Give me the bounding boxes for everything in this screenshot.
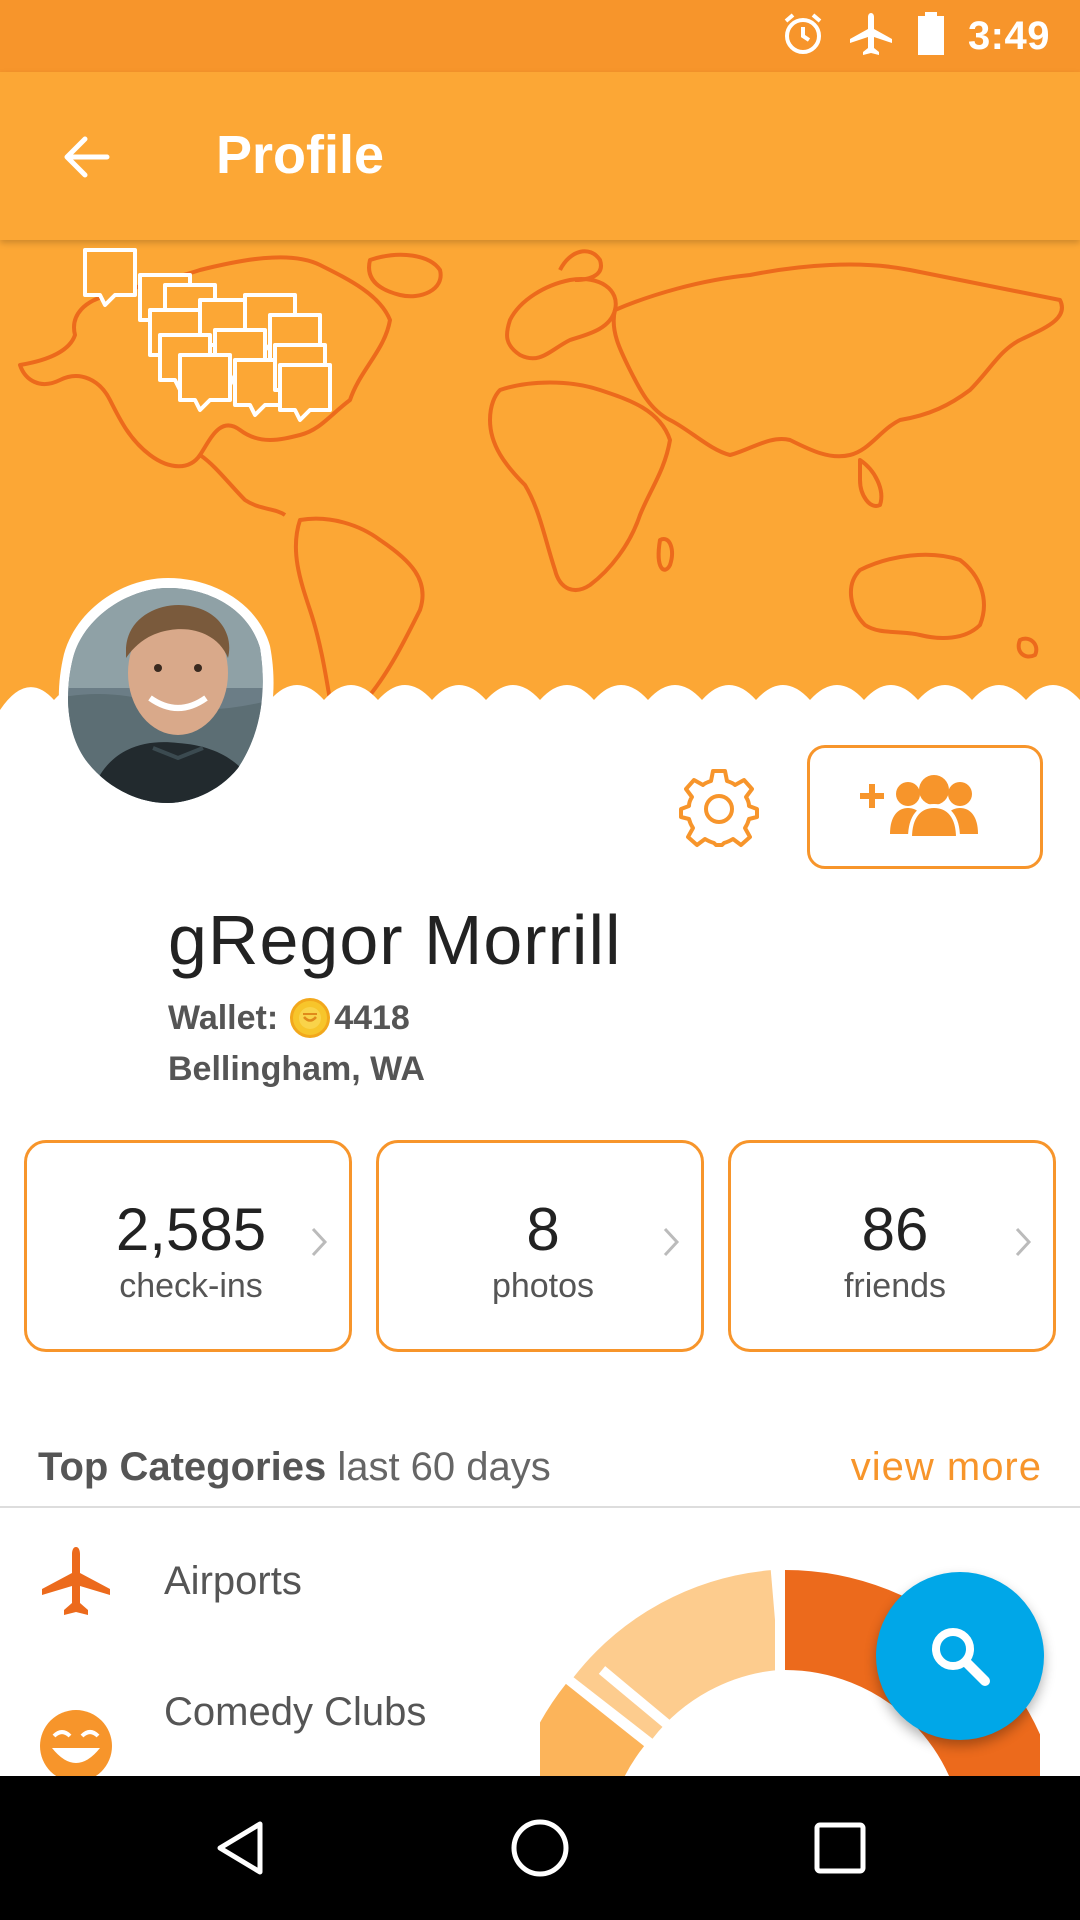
add-friends-icon xyxy=(860,775,978,840)
laughing-face-icon xyxy=(40,1710,112,1782)
view-more-link[interactable]: view more xyxy=(851,1445,1042,1490)
category-label: Comedy Clubs xyxy=(164,1690,427,1734)
search-icon xyxy=(932,1628,990,1686)
stat-card-friends[interactable]: 86 friends xyxy=(728,1140,1056,1352)
nav-home-icon xyxy=(511,1819,569,1877)
wallet: Wallet: 4418 xyxy=(168,998,410,1038)
alarm-icon xyxy=(780,11,826,62)
airplane-mode-icon xyxy=(848,11,894,62)
chevron-right-icon xyxy=(663,1227,680,1257)
wallet-value: 4418 xyxy=(334,998,410,1037)
divider xyxy=(0,1506,1080,1508)
app-bar: Profile xyxy=(0,72,1080,240)
status-icons: 3:49 xyxy=(780,0,1050,72)
nav-back-icon xyxy=(217,1821,263,1875)
status-time: 3:49 xyxy=(967,13,1050,58)
settings-button[interactable] xyxy=(676,766,762,852)
nav-home-button[interactable] xyxy=(490,1798,590,1898)
stat-value: 2,585 xyxy=(115,1196,267,1263)
stat-label: friends xyxy=(843,1267,947,1305)
chevron-right-icon xyxy=(311,1227,328,1257)
arrow-left-icon xyxy=(64,136,110,178)
nav-recents-icon xyxy=(814,1822,866,1874)
stat-value: 86 xyxy=(861,1196,929,1263)
battery-icon xyxy=(916,11,946,62)
location: Bellingham, WA xyxy=(168,1050,425,1088)
gear-icon xyxy=(679,769,759,847)
airplane-icon xyxy=(42,1547,110,1615)
stat-label: photos xyxy=(491,1267,595,1305)
system-nav-bar xyxy=(0,1776,1080,1920)
chevron-right-icon xyxy=(1015,1227,1032,1257)
stat-value: 8 xyxy=(526,1196,560,1263)
avatar[interactable] xyxy=(58,578,278,810)
stat-card-photos[interactable]: 8 photos xyxy=(376,1140,704,1352)
add-friend-button[interactable] xyxy=(807,745,1043,869)
status-bar: 3:49 xyxy=(0,0,1080,72)
wallet-label: Wallet: xyxy=(168,998,279,1037)
page-title: Profile xyxy=(216,125,385,185)
category-item-airports[interactable]: Airports xyxy=(38,1535,458,1635)
stat-card-check-ins[interactable]: 2,585 check-ins xyxy=(24,1140,352,1352)
user-name: gRegor Morrill xyxy=(168,901,622,979)
coin-icon xyxy=(290,998,331,1038)
section-subtitle: last 60 days xyxy=(337,1445,551,1489)
category-label: Airports xyxy=(164,1559,302,1603)
stat-label: check-ins xyxy=(119,1267,263,1305)
search-fab[interactable] xyxy=(876,1572,1044,1740)
nav-recents-button[interactable] xyxy=(790,1798,890,1898)
nav-back-button[interactable] xyxy=(190,1798,290,1898)
top-categories-header: Top Categories last 60 days xyxy=(38,1445,551,1490)
section-title: Top Categories xyxy=(38,1445,327,1489)
back-button[interactable] xyxy=(50,122,120,192)
